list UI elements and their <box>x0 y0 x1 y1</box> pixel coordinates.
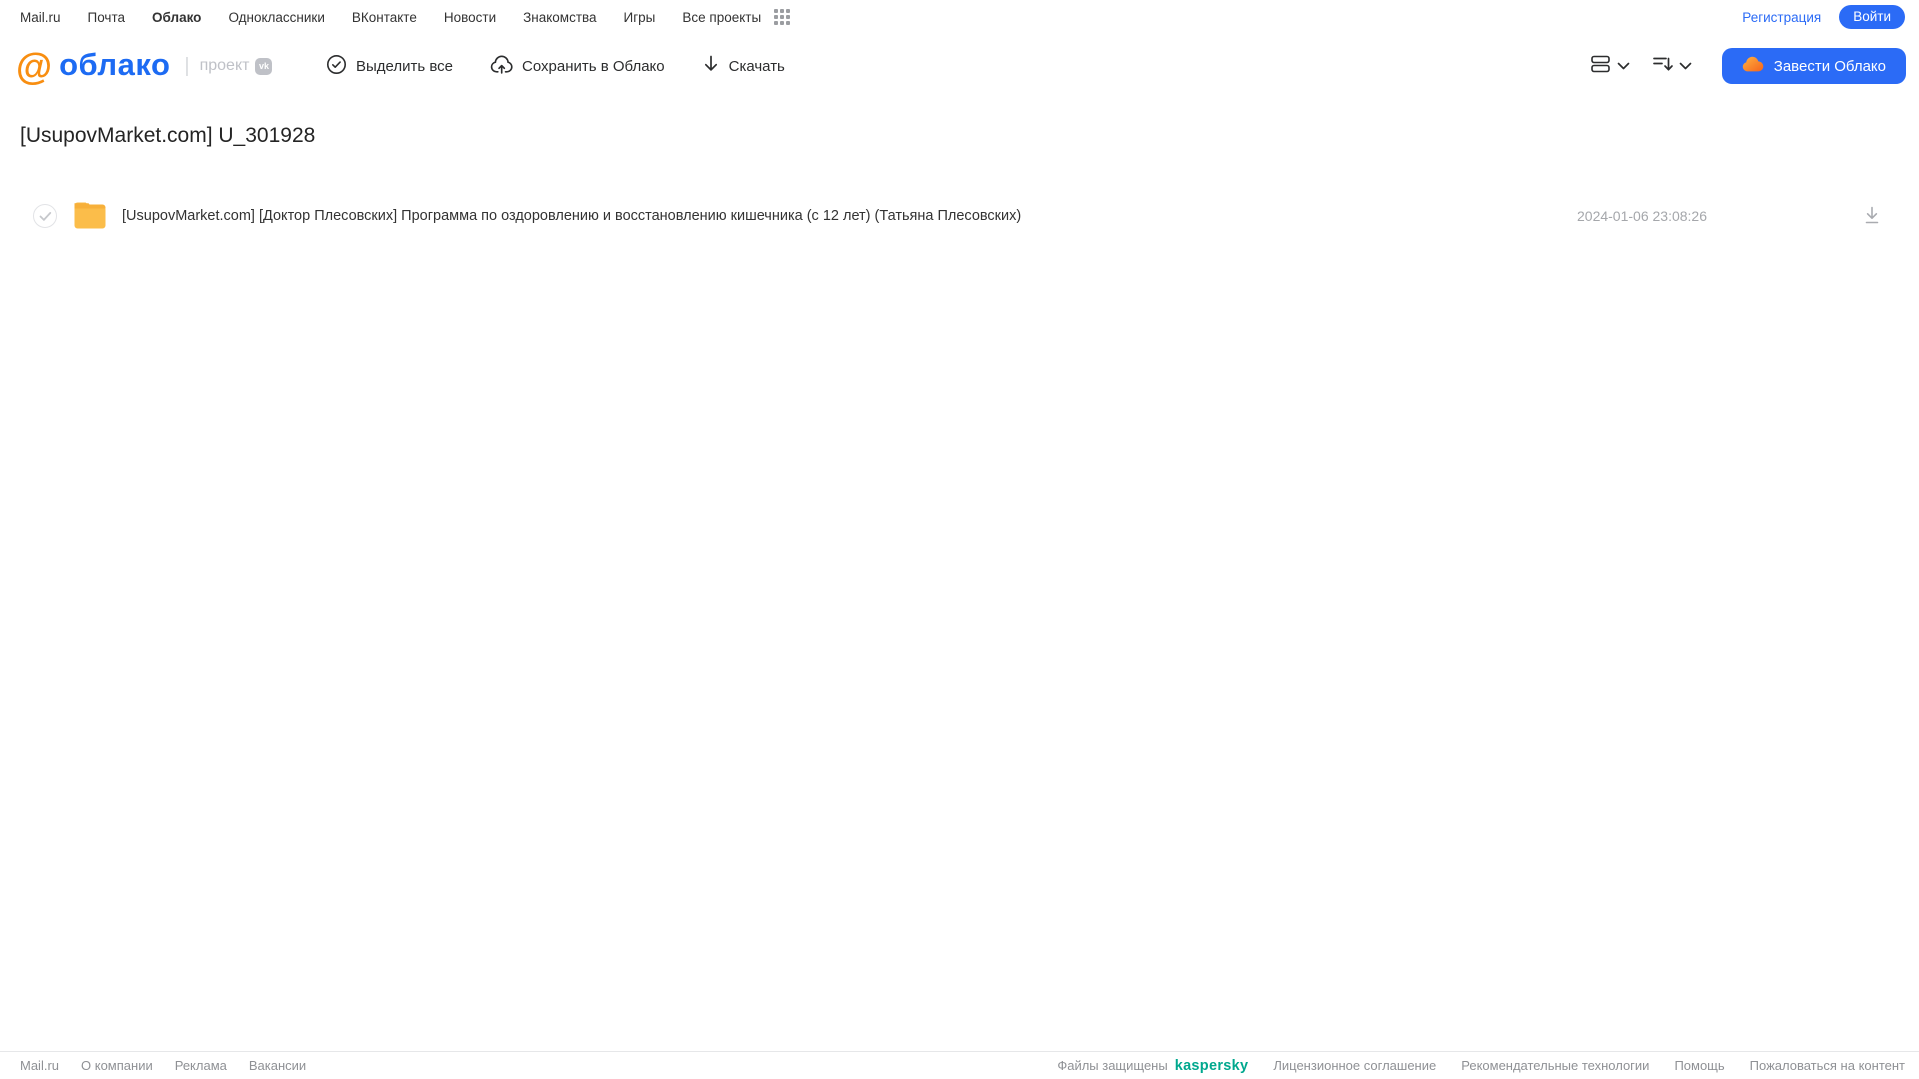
save-to-cloud-button[interactable]: Сохранить в Облако <box>490 54 665 79</box>
cloud-logo[interactable]: @ облако | проект vk <box>16 48 318 85</box>
sort-icon <box>1652 54 1674 79</box>
select-all-button[interactable]: Выделить все <box>326 54 453 79</box>
toolbar: Выделить все Сохранить в Облако Скачать <box>326 54 785 79</box>
brand-name: облако <box>59 46 171 82</box>
portal-link-znakomstva[interactable]: Знакомства <box>523 10 596 25</box>
kaspersky-protected: Файлы защищены kaspersky <box>1057 1058 1248 1074</box>
file-row[interactable]: [UsupovMarket.com] [Доктор Плесовских] П… <box>0 194 1919 240</box>
portal-link-oblako[interactable]: Облако <box>152 10 201 25</box>
chevron-down-icon <box>1617 57 1630 75</box>
portal-nav-right: Регистрация Войти <box>1742 5 1905 29</box>
footer-link-ads[interactable]: Реклама <box>175 1058 227 1073</box>
logo-divider: | <box>184 54 190 77</box>
row-download-icon[interactable] <box>1863 206 1881 230</box>
footer-right-links: Файлы защищены kaspersky Лицензионное со… <box>1057 1058 1905 1074</box>
select-all-label: Выделить все <box>356 57 454 75</box>
footer-link-license[interactable]: Лицензионное соглашение <box>1273 1058 1436 1073</box>
vk-badge-icon: vk <box>255 57 273 75</box>
download-label: Скачать <box>728 57 785 75</box>
portal-link-all-projects[interactable]: Все проекты <box>682 10 761 25</box>
download-arrow-icon <box>702 54 720 78</box>
mailru-at-icon: @ <box>16 45 53 87</box>
file-name[interactable]: [UsupovMarket.com] [Доктор Плесовских] П… <box>122 208 1021 224</box>
folder-icon <box>72 200 108 236</box>
footer: Mail.ru О компании Реклама Вакансии Файл… <box>0 1051 1919 1079</box>
footer-link-jobs[interactable]: Вакансии <box>249 1058 306 1073</box>
page-title: [UsupovMarket.com] U_301928 <box>20 124 316 147</box>
save-to-cloud-label: Сохранить в Облако <box>522 57 665 75</box>
footer-link-recommendation-tech[interactable]: Рекомендательные технологии <box>1461 1058 1649 1073</box>
portal-link-novosti[interactable]: Новости <box>444 10 496 25</box>
sort-dropdown[interactable] <box>1648 50 1696 83</box>
cloud-upload-icon <box>490 54 513 79</box>
kaspersky-logo[interactable]: kaspersky <box>1175 1058 1249 1074</box>
portal-link-vkontakte[interactable]: ВКонтакте <box>352 10 417 25</box>
portal-nav-links: Mail.ru Почта Облако Одноклассники ВКонт… <box>20 9 791 25</box>
check-circle-icon <box>326 54 347 79</box>
get-cloud-button[interactable]: Завести Облако <box>1721 48 1906 84</box>
app-header: @ облако | проект vk Выделить все Сохран… <box>0 34 1919 98</box>
all-projects-grid-icon[interactable] <box>774 9 791 25</box>
cloud-icon <box>1742 56 1764 76</box>
registration-link[interactable]: Регистрация <box>1742 10 1821 25</box>
header-right-controls: Завести Облако <box>1586 48 1906 84</box>
footer-link-help[interactable]: Помощь <box>1674 1058 1724 1073</box>
protected-text: Файлы защищены <box>1057 1058 1168 1073</box>
portal-link-igry[interactable]: Игры <box>624 10 656 25</box>
get-cloud-label: Завести Облако <box>1773 57 1886 75</box>
footer-link-report-content[interactable]: Пожаловаться на контент <box>1750 1058 1905 1073</box>
download-button[interactable]: Скачать <box>702 54 785 78</box>
list-view-icon <box>1590 54 1612 79</box>
portal-link-odnoklassniki[interactable]: Одноклассники <box>228 10 324 25</box>
login-button[interactable]: Войти <box>1839 5 1905 29</box>
portal-link-mailru[interactable]: Mail.ru <box>20 10 61 25</box>
project-label: проект <box>199 57 250 74</box>
view-mode-dropdown[interactable] <box>1586 50 1634 83</box>
portal-nav: Mail.ru Почта Облако Одноклассники ВКонт… <box>0 0 1919 34</box>
portal-link-pochta[interactable]: Почта <box>88 10 126 25</box>
footer-link-mailru[interactable]: Mail.ru <box>20 1058 59 1073</box>
footer-link-company[interactable]: О компании <box>81 1058 153 1073</box>
row-checkbox[interactable] <box>33 204 57 228</box>
file-date: 2024-01-06 23:08:26 <box>1577 208 1707 224</box>
footer-left-links: Mail.ru О компании Реклама Вакансии <box>20 1058 306 1073</box>
chevron-down-icon <box>1679 57 1692 75</box>
